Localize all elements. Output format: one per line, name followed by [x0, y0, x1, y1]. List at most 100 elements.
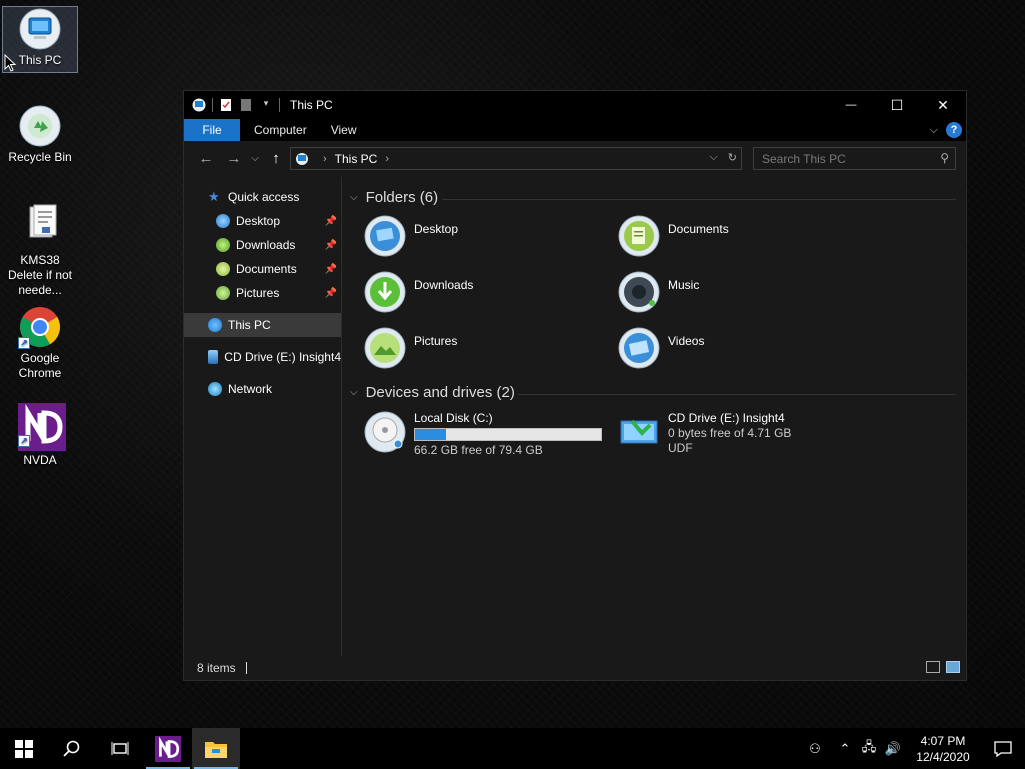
downloads-folder-icon — [216, 238, 230, 252]
tab-view[interactable]: View — [319, 119, 369, 141]
nav-item-pictures[interactable]: Pictures 📌 — [184, 281, 341, 305]
back-arrow-icon[interactable]: ← — [192, 150, 220, 167]
customize-quick-access-icon[interactable]: ▾ — [259, 98, 273, 112]
collapse-chevron-icon: ⌵ — [350, 192, 358, 203]
search-input[interactable]: Search This PC ⚲ — [753, 147, 956, 170]
action-center-button[interactable] — [981, 740, 1025, 757]
folder-tile-music[interactable]: Music — [618, 271, 699, 313]
shortcut-arrow-icon: ↗ — [18, 337, 30, 349]
nav-item-quick-access[interactable]: ★ Quick access — [184, 185, 341, 209]
folder-label: Desktop — [414, 222, 459, 236]
collapse-chevron-icon: ⌵ — [350, 387, 358, 398]
task-view-button[interactable] — [96, 728, 144, 769]
folders-group-header[interactable]: ⌵ Folders (6) — [350, 189, 438, 206]
nav-item-cd-drive[interactable]: CD Drive (E:) Insight4 — [184, 345, 341, 369]
start-button[interactable] — [0, 728, 48, 769]
group-title: Devices and drives (2) — [365, 384, 515, 401]
desktop-icon-kms38[interactable]: KMS38 Delete if not neede... — [2, 203, 78, 298]
folder-tile-desktop[interactable]: Desktop — [364, 215, 458, 257]
folder-tile-pictures[interactable]: Pictures — [364, 327, 457, 369]
desktop-icon-label: Recycle Bin — [8, 150, 72, 164]
folder-label: Pictures — [414, 334, 458, 348]
breadcrumb-this-pc[interactable]: This PC — [335, 152, 378, 166]
document-file-icon — [18, 203, 62, 247]
folder-tile-videos[interactable]: Videos — [618, 327, 704, 369]
shortcut-arrow-icon: ↗ — [18, 435, 30, 447]
devices-group-header[interactable]: ⌵ Devices and drives (2) — [350, 384, 515, 401]
desktop-icon-recycle-bin[interactable]: Recycle Bin — [2, 104, 78, 165]
window-titlebar[interactable]: ▾ This PC — ☐ ✕ — [184, 91, 966, 119]
group-divider — [518, 394, 956, 395]
show-hidden-icons-chevron-icon[interactable]: ⌃ — [833, 741, 857, 757]
pin-icon: 📌 — [324, 239, 337, 251]
search-button[interactable] — [48, 728, 96, 769]
nav-item-documents[interactable]: Documents 📌 — [184, 257, 341, 281]
window-title: This PC — [290, 98, 333, 112]
nav-item-this-pc[interactable]: This PC — [184, 313, 341, 337]
minimize-button[interactable]: — — [828, 91, 874, 119]
drive-tile-cd-drive-e[interactable]: CD Drive (E:) Insight4 0 bytes free of 4… — [618, 411, 791, 456]
nav-item-downloads[interactable]: Downloads 📌 — [184, 233, 341, 257]
pin-icon: 📌 — [324, 287, 337, 299]
tab-computer[interactable]: Computer — [240, 119, 319, 141]
separator — [245, 662, 247, 674]
large-icons-view-icon[interactable] — [946, 661, 960, 673]
this-pc-small-icon — [295, 152, 309, 165]
address-toolbar: ← → ⌵ ↑ › This PC › ⌵ ↻ Search This PC ⚲ — [184, 141, 966, 176]
nav-label: Downloads — [236, 238, 296, 252]
taskbar-nvda-button[interactable] — [144, 728, 192, 769]
folder-tile-downloads[interactable]: Downloads — [364, 271, 473, 313]
expand-ribbon-chevron-icon[interactable]: ⌵ — [930, 124, 938, 137]
pin-icon: 📌 — [324, 215, 337, 227]
this-pc-icon — [208, 318, 222, 332]
drive-name: CD Drive (E:) Insight4 — [668, 411, 785, 425]
drive-free-space: 0 bytes free of 4.71 GB — [668, 426, 792, 440]
hard-disk-icon — [364, 411, 406, 453]
folder-label: Videos — [668, 334, 705, 348]
volume-icon[interactable]: 🔊 — [881, 741, 905, 757]
drive-usage-bar — [414, 428, 602, 441]
nav-label: Pictures — [236, 286, 280, 300]
address-bar[interactable]: › This PC › ⌵ ↻ — [290, 147, 742, 170]
folder-tile-documents[interactable]: Documents — [618, 215, 729, 257]
nvda-icon — [155, 735, 181, 762]
breadcrumb-separator-icon[interactable]: › — [323, 153, 327, 165]
nav-label: Desktop — [236, 214, 281, 228]
desktop-icon-label: KMS38 Delete if not neede... — [7, 253, 73, 297]
drive-name: Local Disk (C:) — [414, 411, 493, 425]
clock[interactable]: 4:07 PM 12/4/2020 — [905, 733, 981, 765]
cd-drive-icon — [208, 350, 219, 364]
forward-arrow-icon[interactable]: → — [220, 150, 248, 167]
address-dropdown-chevron-icon[interactable]: ⌵ — [709, 151, 717, 164]
breadcrumb-separator-icon[interactable]: › — [385, 153, 389, 165]
network-status-icon[interactable]: 🖧 — [857, 738, 881, 760]
drive-tile-local-disk-c[interactable]: Local Disk (C:) 66.2 GB free of 79.4 GB — [364, 411, 602, 458]
close-button[interactable]: ✕ — [920, 91, 966, 119]
status-bar: 8 items — [184, 656, 966, 680]
desktop-icon-nvda[interactable]: ↗ NVDA — [2, 403, 78, 468]
file-explorer-window: ▾ This PC — ☐ ✕ File Computer View ⌵ ? ←… — [183, 90, 967, 681]
nav-label: Documents — [236, 262, 297, 276]
tab-file[interactable]: File — [184, 119, 240, 141]
help-icon[interactable]: ? — [946, 122, 962, 138]
nav-item-network[interactable]: Network — [184, 377, 341, 401]
recent-locations-chevron-icon[interactable]: ⌵ — [248, 153, 262, 164]
up-arrow-icon[interactable]: ↑ — [262, 150, 290, 167]
people-icon[interactable]: ⚇ — [797, 741, 833, 757]
details-view-icon[interactable] — [926, 661, 940, 673]
new-folder-icon[interactable] — [239, 98, 253, 112]
videos-folder-icon — [618, 327, 660, 369]
nav-label: CD Drive (E:) Insight4 — [224, 350, 341, 364]
refresh-icon[interactable]: ↻ — [728, 151, 737, 164]
nav-item-desktop[interactable]: Desktop 📌 — [184, 209, 341, 233]
downloads-folder-icon — [364, 271, 406, 313]
nav-label: Network — [228, 382, 273, 396]
content-pane: ⌵ Folders (6) Desktop Documents Download… — [342, 177, 966, 656]
maximize-button[interactable]: ☐ — [874, 91, 920, 119]
ribbon-tabs: File Computer View ⌵ ? — [184, 119, 966, 141]
group-title: Folders (6) — [365, 189, 439, 206]
desktop-icon-google-chrome[interactable]: ↗ Google Chrome — [2, 305, 78, 381]
properties-icon[interactable] — [219, 98, 233, 112]
group-divider — [442, 199, 956, 200]
taskbar-file-explorer-button[interactable] — [192, 728, 240, 769]
